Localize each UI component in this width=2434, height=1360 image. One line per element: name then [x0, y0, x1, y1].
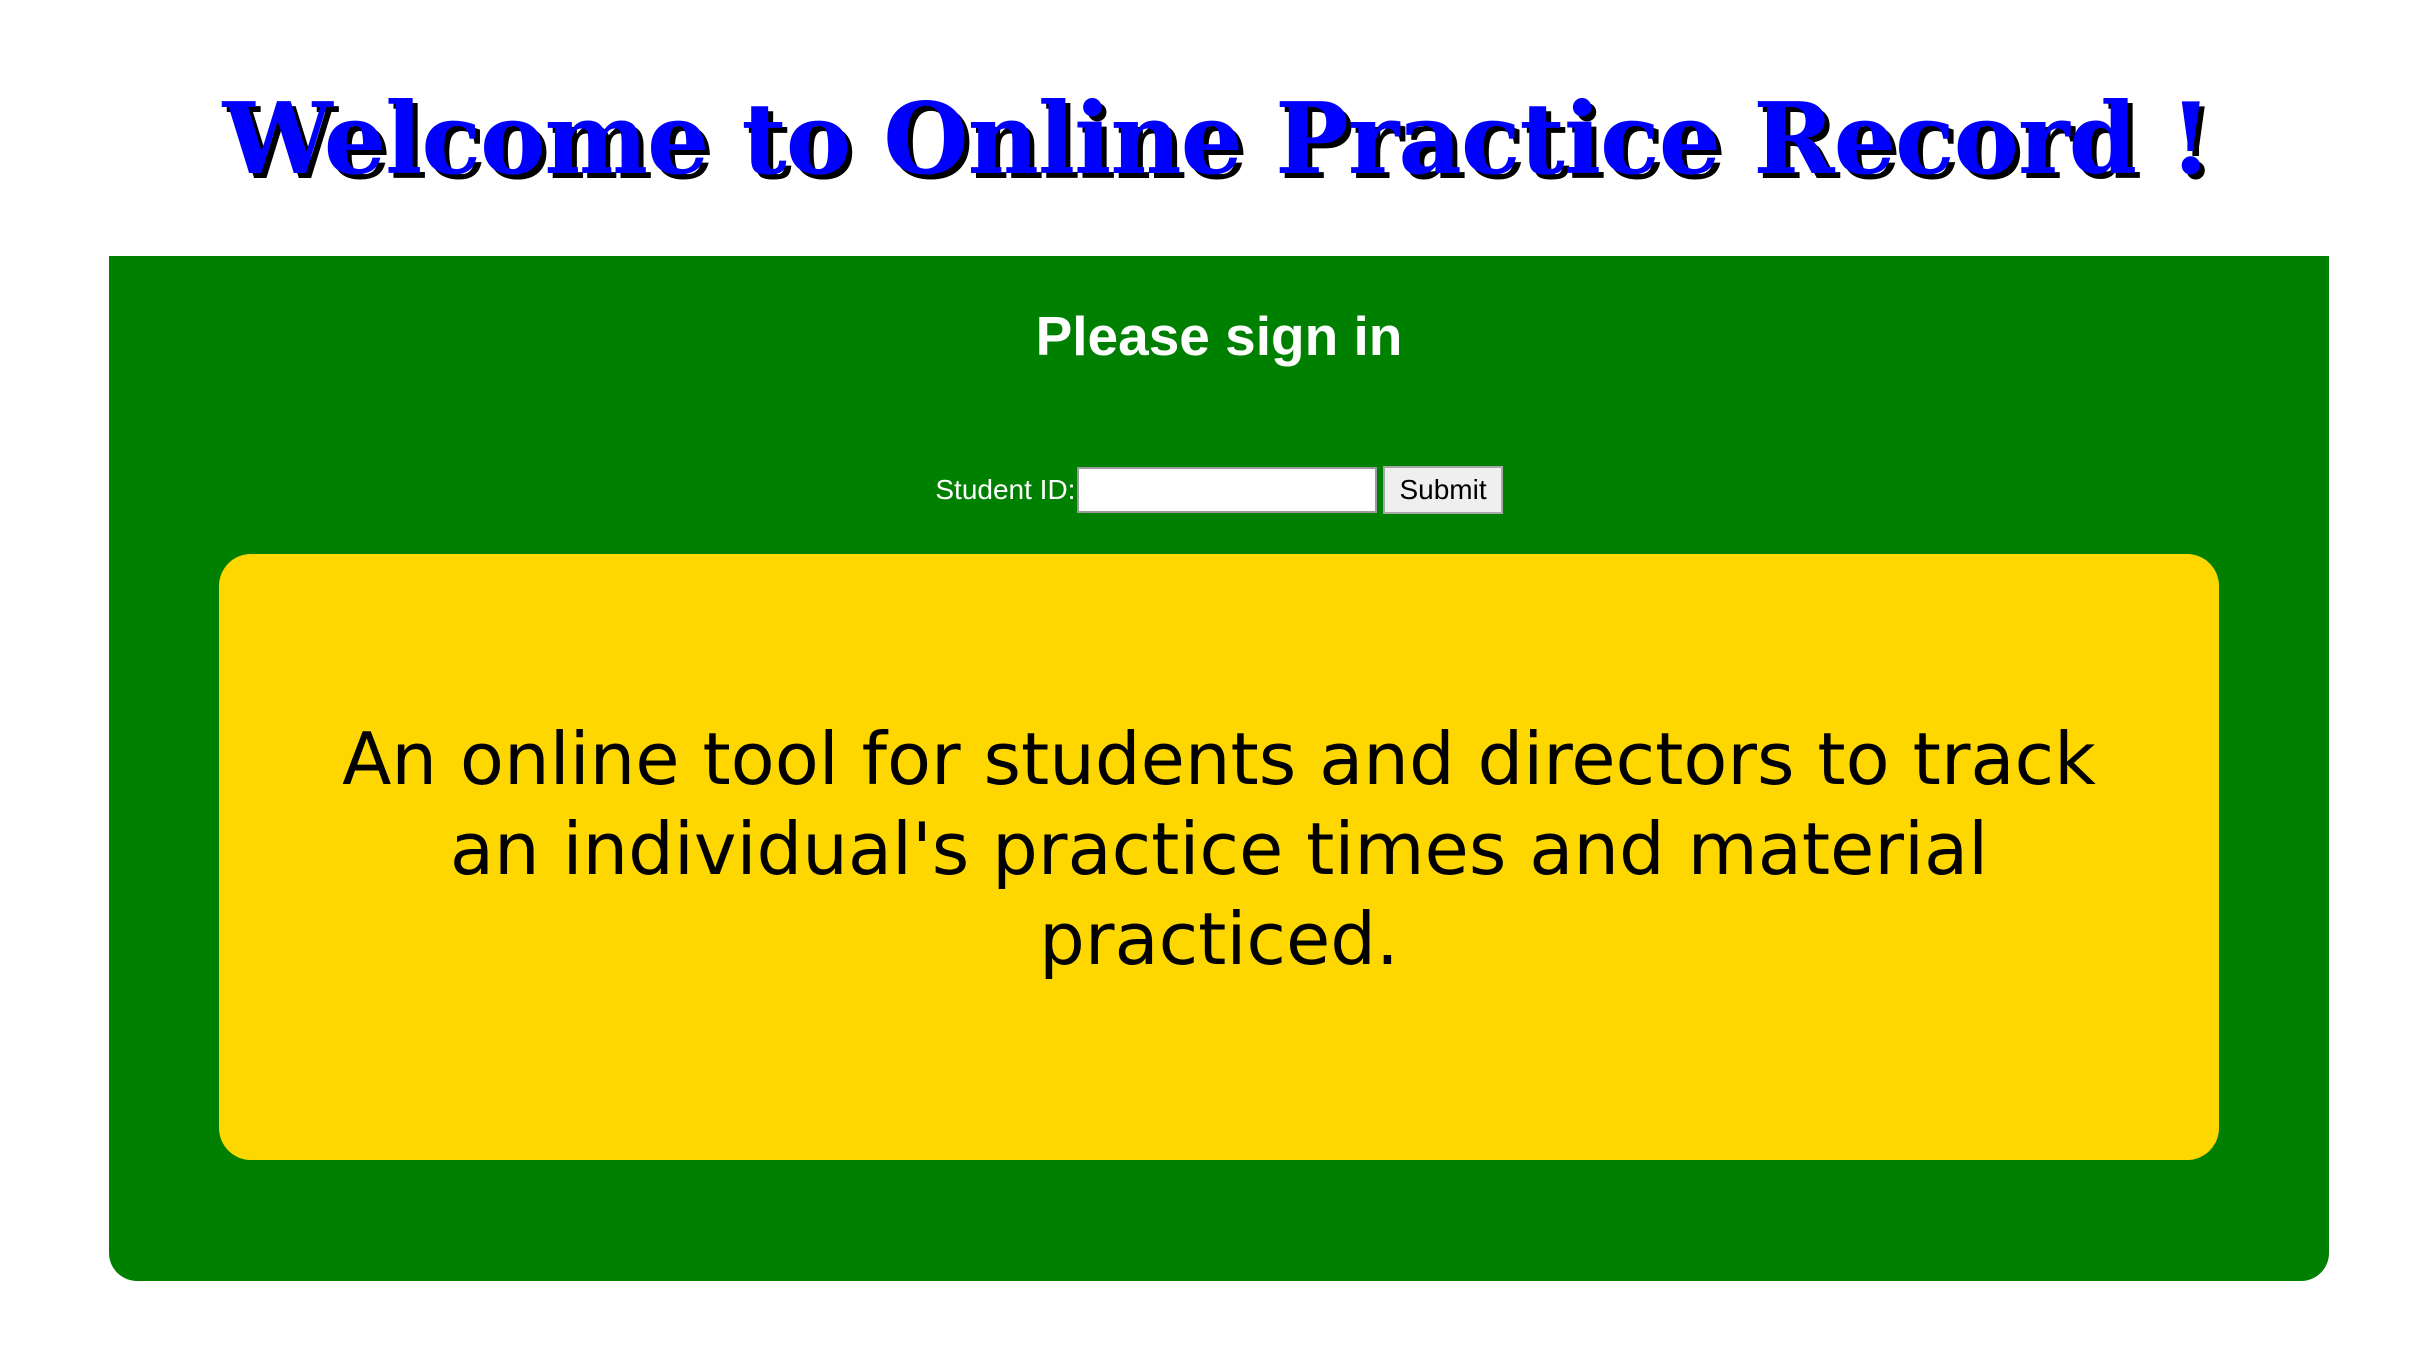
student-id-input[interactable] — [1077, 467, 1378, 513]
signin-form: Student ID: Submit — [109, 464, 2329, 516]
student-id-label: Student ID: — [935, 474, 1076, 505]
page-title: Welcome to Online Practice Record ! — [222, 82, 2213, 197]
signin-heading: Please sign in — [1035, 305, 1403, 367]
signin-panel: Please sign in Student ID: Submit An onl… — [109, 256, 2329, 1281]
submit-button[interactable]: Submit — [1383, 466, 1503, 514]
description-text: An online tool for students and director… — [342, 717, 2096, 981]
description-card: An online tool for students and director… — [219, 554, 2219, 1160]
